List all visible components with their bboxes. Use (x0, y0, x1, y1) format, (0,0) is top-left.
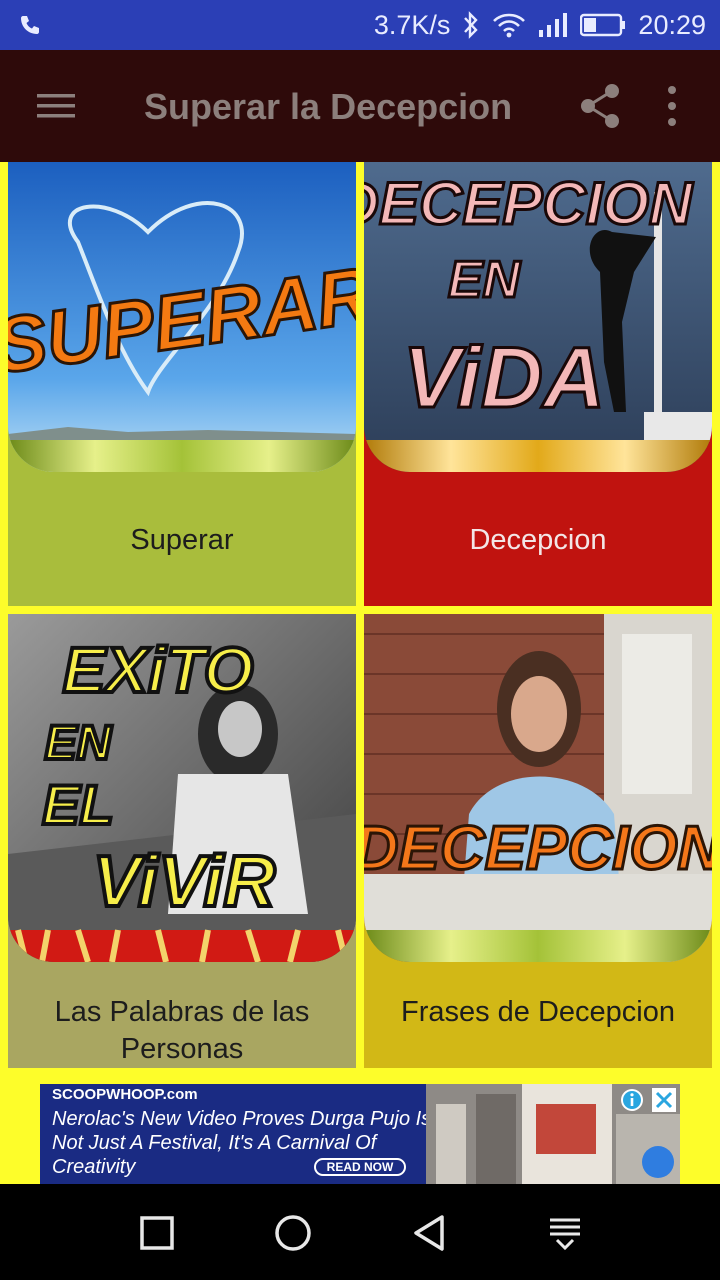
svg-text:ViViR: ViViR (93, 842, 276, 922)
category-card-superar[interactable]: SUPERAR Superar (8, 162, 356, 606)
category-card-decepcion[interactable]: DECEPCION EN ViDA Decepcion (364, 162, 712, 606)
notification-pull-icon[interactable] (544, 1212, 586, 1254)
square-icon[interactable] (136, 1212, 178, 1254)
clock: 20:29 (638, 9, 706, 40)
app-bar: Superar la Decepcion (0, 50, 720, 162)
circle-icon[interactable] (272, 1212, 314, 1254)
network-speed: 3.7K/s (373, 9, 451, 40)
card-label: Superar (130, 524, 234, 556)
svg-text:DECEPCION: DECEPCION (364, 814, 712, 883)
app-title: Superar la Decepcion (144, 86, 513, 127)
signal-icon (539, 13, 568, 37)
ad-line: Not Just A Festival, It's A Carnival Of (52, 1132, 377, 1154)
card-label: Decepcion (469, 524, 607, 556)
ad-banner[interactable]: SCOOPWHOOP.com Nerolac's New Video Prove… (40, 1084, 680, 1184)
svg-text:EN: EN (45, 717, 113, 770)
card-thumbnail: SUPERAR (8, 162, 356, 472)
card-thumbnail: EXiTO EN EL ViViR (8, 614, 356, 962)
share-icon[interactable] (578, 82, 622, 130)
ad-brand: SCOOPWHOOP.com (52, 1086, 198, 1103)
svg-text:ViDA: ViDA (403, 330, 605, 426)
more-vert-icon[interactable] (662, 84, 682, 128)
status-bar: 3.7K/s 20:29 (0, 0, 720, 50)
bluetooth-icon (464, 11, 479, 39)
category-card-frases[interactable]: DECEPCION Frases de Decepcion (364, 614, 712, 1068)
svg-text:EL: EL (42, 773, 114, 836)
ad-read-now-button[interactable]: READ NOW (314, 1158, 406, 1176)
ad-line: Creativity (52, 1156, 136, 1178)
triangle-back-icon[interactable] (408, 1212, 450, 1254)
close-icon[interactable] (652, 1088, 676, 1112)
navigation-bar (0, 1184, 720, 1280)
wifi-icon (493, 13, 526, 38)
menu-icon[interactable] (34, 86, 78, 126)
card-thumbnail: DECEPCION EN ViDA (364, 162, 712, 472)
svg-text:DECEPCION: DECEPCION (364, 170, 694, 237)
battery-icon (580, 13, 626, 37)
info-icon[interactable] (620, 1088, 644, 1112)
category-card-las-palabras[interactable]: EXiTO EN EL ViViR Las Palabras de las Pe… (8, 614, 356, 1068)
svg-text:EXiTO: EXiTO (63, 634, 254, 706)
card-thumbnail: DECEPCION (364, 614, 712, 962)
category-grid: SUPERAR Superar DECEPCION EN ViDA Decepc… (0, 162, 720, 1068)
card-label: Las Palabras de las Personas (54, 996, 310, 1065)
svg-text:EN: EN (448, 251, 522, 309)
card-label: Frases de Decepcion (400, 996, 676, 1028)
phone-icon (21, 16, 39, 34)
ad-line: Nerolac's New Video Proves Durga Pujo Is (52, 1108, 432, 1130)
